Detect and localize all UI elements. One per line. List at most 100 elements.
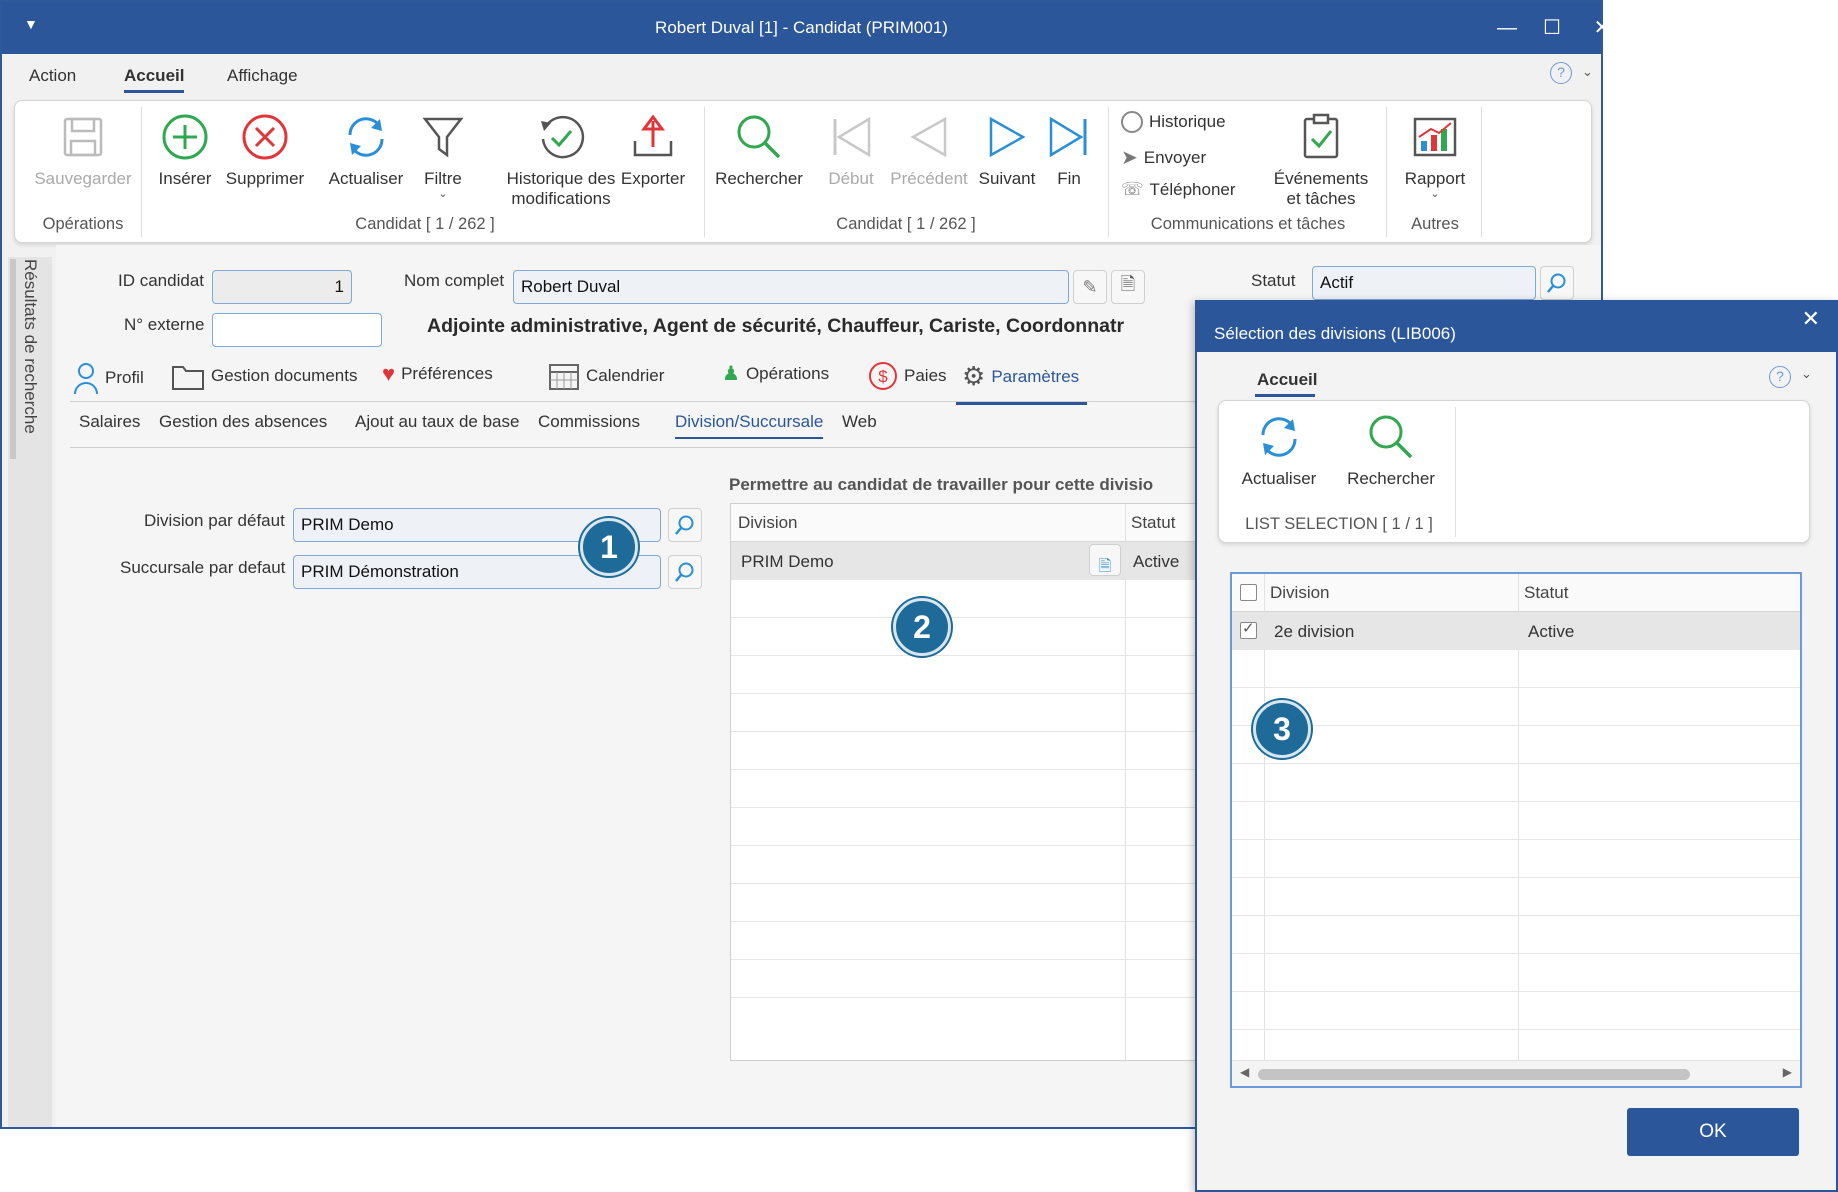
status-search-button[interactable] — [1540, 266, 1574, 300]
status-label: Statut — [1251, 271, 1296, 290]
minimize-button[interactable]: — — [1487, 12, 1527, 44]
tab-profil[interactable]: Profil — [73, 361, 144, 395]
dialog-refresh-button[interactable]: Actualiser — [1227, 411, 1331, 489]
insert-button[interactable]: Insérer — [151, 111, 219, 189]
table-row[interactable]: 2e division Active — [1232, 612, 1800, 650]
col-division-header[interactable]: Division — [738, 513, 798, 533]
folder-icon — [172, 366, 204, 390]
save-button[interactable]: Sauvegarder — [29, 111, 137, 189]
external-id-field[interactable] — [212, 313, 382, 347]
delete-button[interactable]: Supprimer — [221, 111, 309, 189]
export-button[interactable]: Exporter — [613, 111, 693, 189]
previous-button[interactable]: Précédent — [885, 111, 973, 189]
subtab-absences[interactable]: Gestion des absences — [159, 412, 327, 432]
id-field[interactable]: 1 — [212, 270, 352, 304]
events-button[interactable]: Événements et tâches — [1269, 111, 1373, 209]
subtab-salaires[interactable]: Salaires — [79, 412, 140, 432]
status-field[interactable]: Actif — [1312, 266, 1536, 300]
help-icon[interactable]: ? — [1769, 366, 1791, 388]
annotation-badge-3: 3 — [1253, 700, 1311, 758]
end-button[interactable]: Fin — [1043, 111, 1095, 189]
menu-accueil[interactable]: Accueil — [124, 66, 185, 93]
subtab-ajout-taux[interactable]: Ajout au taux de base — [355, 412, 519, 432]
external-id-label: N° externe — [124, 315, 205, 334]
filter-button[interactable]: Filtre ⌄ — [413, 111, 473, 200]
col-statut-header[interactable]: Statut — [1524, 583, 1568, 603]
history-button[interactable]: Historique des modifications — [501, 111, 621, 209]
dialog-menu-accueil[interactable]: Accueil — [1257, 370, 1317, 390]
tab-preferences[interactable]: ♥ Préférences — [382, 361, 493, 387]
first-record-icon — [833, 116, 871, 158]
select-all-checkbox[interactable] — [1240, 584, 1257, 601]
scroll-left-icon[interactable]: ◀ — [1240, 1065, 1249, 1079]
col-division-header[interactable]: Division — [1270, 583, 1330, 603]
edit-name-button[interactable]: ✎ — [1073, 270, 1107, 304]
empty-row — [731, 922, 1269, 960]
ribbon-separator — [1386, 107, 1387, 237]
tab-calendrier-label: Calendrier — [586, 366, 665, 385]
default-division-search-button[interactable] — [668, 508, 702, 542]
list-selection-group-label: LIST SELECTION [ 1 / 1 ] — [1245, 515, 1433, 533]
ribbon-separator — [704, 107, 705, 237]
previous-label: Précédent — [890, 169, 968, 188]
save-icon — [63, 117, 103, 157]
tab-parametres-label: Paramètres — [991, 366, 1080, 386]
end-label: Fin — [1057, 169, 1081, 188]
scroll-right-icon[interactable]: ▶ — [1783, 1065, 1792, 1079]
col-statut-header[interactable]: Statut — [1131, 513, 1175, 533]
subtab-division-succursale[interactable]: Division/Succursale — [675, 412, 824, 439]
dialog-close-button[interactable]: ✕ — [1802, 306, 1820, 332]
start-button[interactable]: Début — [821, 111, 881, 189]
tab-operations[interactable]: ♟ Opérations — [722, 361, 829, 386]
tab-gestion-documents[interactable]: Gestion documents — [171, 361, 357, 391]
view-document-button[interactable]: 🗎 — [1111, 270, 1145, 304]
scrollbar-thumb[interactable] — [1258, 1069, 1690, 1080]
historique-button[interactable]: Historique — [1121, 111, 1226, 133]
tab-operations-label: Opérations — [745, 363, 830, 383]
ok-button[interactable]: OK — [1627, 1108, 1799, 1156]
title-bar: ▼ Robert Duval [1] - Candidat (PRIM001) … — [2, 2, 1610, 54]
empty-row — [1232, 954, 1800, 992]
clipboard-check-icon — [1303, 113, 1339, 159]
refresh-button[interactable]: Actualiser — [323, 111, 409, 189]
telephoner-button[interactable]: ☏ Téléphoner — [1121, 179, 1236, 200]
dialog-search-button[interactable]: Rechercher — [1339, 411, 1443, 489]
row-checkbox[interactable] — [1240, 619, 1257, 639]
empty-row — [731, 770, 1269, 808]
maximize-button[interactable]: ☐ — [1532, 12, 1572, 44]
tab-calendrier[interactable]: Calendrier — [548, 361, 664, 391]
search-button[interactable]: Rechercher — [711, 111, 807, 189]
horizontal-scrollbar[interactable]: ◀ ▶ — [1232, 1060, 1800, 1086]
envoyer-label: Envoyer — [1143, 147, 1207, 167]
annotation-badge-1: 1 — [580, 518, 638, 576]
chevron-down-icon[interactable]: ⌄ — [1582, 64, 1593, 80]
table-row[interactable]: PRIM Demo 🗎 Active — [731, 542, 1269, 580]
report-button[interactable]: Rapport ⌄ — [1393, 111, 1477, 200]
tab-parametres[interactable]: ⚙ Paramètres — [955, 361, 1088, 405]
fullname-field[interactable]: Robert Duval — [513, 270, 1069, 304]
search-results-side-tab[interactable]: Résultats de recherche — [8, 257, 52, 1127]
send-icon: ➤ — [1121, 147, 1138, 169]
row-detail-button[interactable]: 🗎 — [1089, 544, 1121, 576]
operations-people-icon: ♟ — [722, 363, 740, 385]
telephoner-label: Téléphoner — [1149, 179, 1236, 199]
document-search-icon: 🗎 — [1120, 274, 1136, 294]
close-button[interactable]: ✕ — [1582, 12, 1622, 44]
history-label-1: Historique des — [506, 169, 616, 188]
subtab-web[interactable]: Web — [842, 412, 877, 432]
menu-action[interactable]: Action — [29, 66, 76, 86]
delete-circle-icon — [242, 114, 288, 160]
subtab-commissions[interactable]: Commissions — [538, 412, 640, 432]
menu-affichage[interactable]: Affichage — [227, 66, 298, 86]
default-branch-search-button[interactable] — [668, 555, 702, 589]
search-icon — [737, 115, 781, 159]
history-label-2: modifications — [511, 189, 611, 208]
chevron-down-icon[interactable]: ⌄ — [1801, 366, 1812, 382]
envoyer-button[interactable]: ➤ Envoyer — [1121, 145, 1206, 170]
tab-paies-label: Paies — [904, 366, 947, 385]
tab-paies[interactable]: $ Paies — [868, 361, 947, 391]
allowed-divisions-title: Permettre au candidat de travailler pour… — [729, 475, 1154, 494]
next-button[interactable]: Suivant — [973, 111, 1041, 189]
history-check-icon — [541, 115, 585, 159]
help-icon[interactable]: ? — [1550, 62, 1572, 84]
